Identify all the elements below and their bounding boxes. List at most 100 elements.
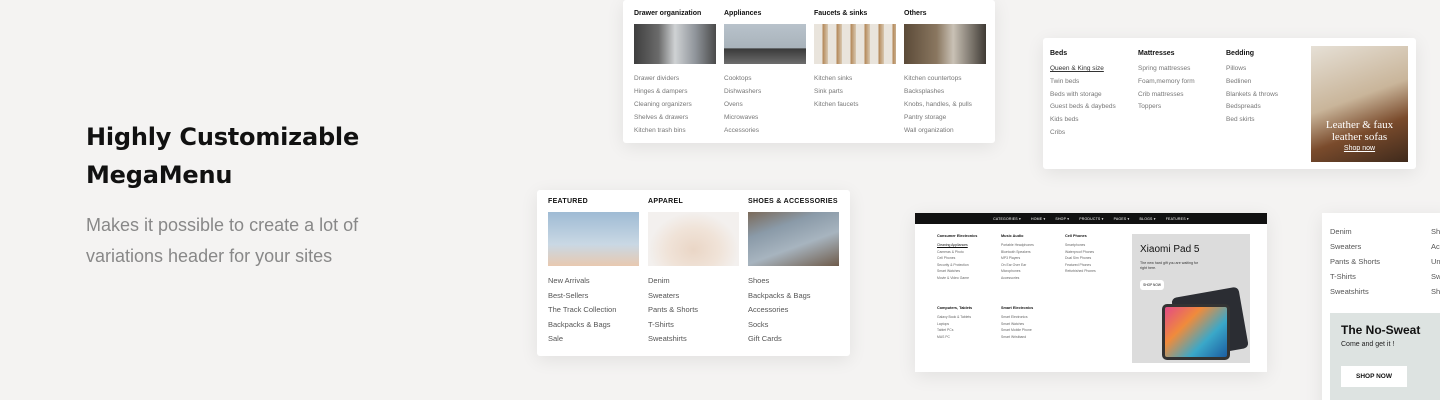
- nav-item[interactable]: PRODUCTS ▾: [1079, 217, 1103, 221]
- menu-link[interactable]: Bluetooth Speakers: [1001, 249, 1063, 256]
- menu-link[interactable]: Hinges & dampers: [634, 85, 719, 98]
- menu-link[interactable]: Smart Mobile Phone: [1001, 327, 1063, 334]
- menu-link[interactable]: Portable Headphones: [1001, 242, 1063, 249]
- menu-link[interactable]: Movie & Video Game: [937, 275, 999, 282]
- menu-link[interactable]: Laptops: [937, 321, 999, 328]
- menu-link[interactable]: Backsplashes: [904, 85, 989, 98]
- menu-link[interactable]: Cameras & Photo: [937, 249, 999, 256]
- menu-link[interactable]: Sale: [548, 332, 640, 347]
- menu-link[interactable]: Dual Sim Phones: [1065, 255, 1127, 262]
- menu-link[interactable]: Cell Phones: [937, 255, 999, 262]
- column-heading[interactable]: Consumer Electronics: [937, 234, 999, 238]
- menu-link[interactable]: Sweatshirts: [1330, 284, 1380, 299]
- menu-link[interactable]: Beds with storage: [1050, 89, 1136, 102]
- menu-link[interactable]: The Track Collection: [548, 303, 640, 318]
- menu-link[interactable]: Sh: [1431, 284, 1440, 299]
- menu-link[interactable]: Denim: [1330, 224, 1380, 239]
- menu-link[interactable]: Smart Electronics: [1001, 314, 1063, 321]
- menu-link[interactable]: Kitchen faucets: [814, 98, 899, 111]
- menu-link[interactable]: Gift Cards: [748, 332, 840, 347]
- menu-link[interactable]: Microphones: [1001, 268, 1063, 275]
- menu-link[interactable]: Dishwashers: [724, 85, 809, 98]
- column-heading[interactable]: Music Audio: [1001, 234, 1063, 238]
- menu-link[interactable]: Shelves & drawers: [634, 111, 719, 124]
- menu-link[interactable]: Best-Sellers: [548, 289, 640, 304]
- nav-item[interactable]: SHOP ▾: [1055, 217, 1069, 221]
- menu-link[interactable]: Featured Phones: [1065, 262, 1127, 269]
- column-heading[interactable]: Others: [904, 10, 989, 22]
- column-heading[interactable]: FEATURED: [548, 198, 640, 212]
- menu-link[interactable]: Kitchen countertops: [904, 72, 989, 85]
- column-heading[interactable]: APPAREL: [648, 198, 740, 212]
- appliances-image[interactable]: [724, 24, 806, 64]
- shoes-accessories-image[interactable]: [748, 212, 839, 266]
- shop-now-button[interactable]: SHOP NOW: [1341, 366, 1407, 387]
- menu-link[interactable]: Pants & Shorts: [1330, 254, 1380, 269]
- menu-link[interactable]: Accessories: [724, 124, 809, 137]
- column-heading[interactable]: Bedding: [1226, 50, 1312, 57]
- menu-link[interactable]: Sink parts: [814, 85, 899, 98]
- menu-link[interactable]: Bedlinen: [1226, 76, 1312, 89]
- menu-link[interactable]: Sw: [1431, 269, 1440, 284]
- menu-link[interactable]: Kids beds: [1050, 114, 1136, 127]
- drawer-organization-image[interactable]: [634, 24, 716, 64]
- column-heading[interactable]: Drawer organization: [634, 10, 719, 22]
- menu-link[interactable]: Pillows: [1226, 63, 1312, 76]
- menu-link[interactable]: Cleaning Appliances: [937, 242, 999, 249]
- xiaomi-pad-promo[interactable]: Xiaomi Pad 5 The new hard gift you are w…: [1132, 234, 1250, 363]
- menu-link[interactable]: New Arrivals: [548, 274, 640, 289]
- menu-link[interactable]: Socks: [748, 318, 840, 333]
- faucets-sinks-image[interactable]: [814, 24, 896, 64]
- menu-link[interactable]: Waterproof Phones: [1065, 249, 1127, 256]
- menu-link[interactable]: Smart Wristband: [1001, 334, 1063, 341]
- menu-link[interactable]: Shoes: [748, 274, 840, 289]
- menu-link[interactable]: Spring mattresses: [1138, 63, 1224, 76]
- menu-link[interactable]: Smart Watches: [1001, 321, 1063, 328]
- column-heading[interactable]: Cell Phones: [1065, 234, 1127, 238]
- menu-link[interactable]: Security & Protection: [937, 262, 999, 269]
- menu-link[interactable]: Pantry storage: [904, 111, 989, 124]
- menu-link[interactable]: Blankets & throws: [1226, 89, 1312, 102]
- menu-link[interactable]: Denim: [648, 274, 740, 289]
- menu-link[interactable]: Bed skirts: [1226, 114, 1312, 127]
- menu-link[interactable]: MAS PC: [937, 334, 999, 341]
- menu-link[interactable]: Wall organization: [904, 124, 989, 137]
- menu-link[interactable]: Cleaning organizers: [634, 98, 719, 111]
- menu-link[interactable]: Twin beds: [1050, 76, 1136, 89]
- menu-link[interactable]: Queen & King size: [1050, 63, 1136, 76]
- menu-link[interactable]: Kitchen sinks: [814, 72, 899, 85]
- featured-image[interactable]: [548, 212, 639, 266]
- shop-now-button[interactable]: SHOP NOW: [1140, 280, 1164, 290]
- column-heading[interactable]: Smart Electronics: [1001, 306, 1063, 310]
- menu-link[interactable]: Cribs: [1050, 127, 1136, 140]
- nav-item[interactable]: HOME ▾: [1031, 217, 1045, 221]
- menu-link[interactable]: MP3 Players: [1001, 255, 1063, 262]
- nav-item[interactable]: FEATURES ▾: [1166, 217, 1189, 221]
- menu-link[interactable]: Knobs, handles, & pulls: [904, 98, 989, 111]
- menu-link[interactable]: Galaxy Book & Tablets: [937, 314, 999, 321]
- no-sweat-promo[interactable]: The No-Sweat Come and get it ! SHOP NOW: [1330, 313, 1440, 400]
- sofa-promo-banner[interactable]: Leather & faux leather sofas Shop now: [1311, 46, 1408, 162]
- menu-link[interactable]: Smartphones: [1065, 242, 1127, 249]
- menu-link[interactable]: Un: [1431, 254, 1440, 269]
- shop-now-link[interactable]: Shop now: [1311, 145, 1408, 152]
- menu-link[interactable]: T-Shirts: [1330, 269, 1380, 284]
- menu-link[interactable]: Backpacks & Bags: [748, 289, 840, 304]
- menu-link[interactable]: Pants & Shorts: [648, 303, 740, 318]
- column-heading[interactable]: Computers, Tablets: [937, 306, 999, 310]
- menu-link[interactable]: Drawer dividers: [634, 72, 719, 85]
- menu-link[interactable]: Foam,memory form: [1138, 76, 1224, 89]
- menu-link[interactable]: Ac: [1431, 239, 1440, 254]
- menu-link[interactable]: Sweaters: [1330, 239, 1380, 254]
- menu-link[interactable]: Sweaters: [648, 289, 740, 304]
- menu-link[interactable]: Accessories: [1001, 275, 1063, 282]
- menu-link[interactable]: Toppers: [1138, 101, 1224, 114]
- menu-link[interactable]: Cooktops: [724, 72, 809, 85]
- menu-link[interactable]: Smart Watches: [937, 268, 999, 275]
- column-heading[interactable]: Faucets & sinks: [814, 10, 899, 22]
- menu-link[interactable]: Backpacks & Bags: [548, 318, 640, 333]
- menu-link[interactable]: Sweatshirts: [648, 332, 740, 347]
- menu-link[interactable]: Tablet PCs: [937, 327, 999, 334]
- apparel-image[interactable]: [648, 212, 739, 266]
- menu-link[interactable]: Sh: [1431, 224, 1440, 239]
